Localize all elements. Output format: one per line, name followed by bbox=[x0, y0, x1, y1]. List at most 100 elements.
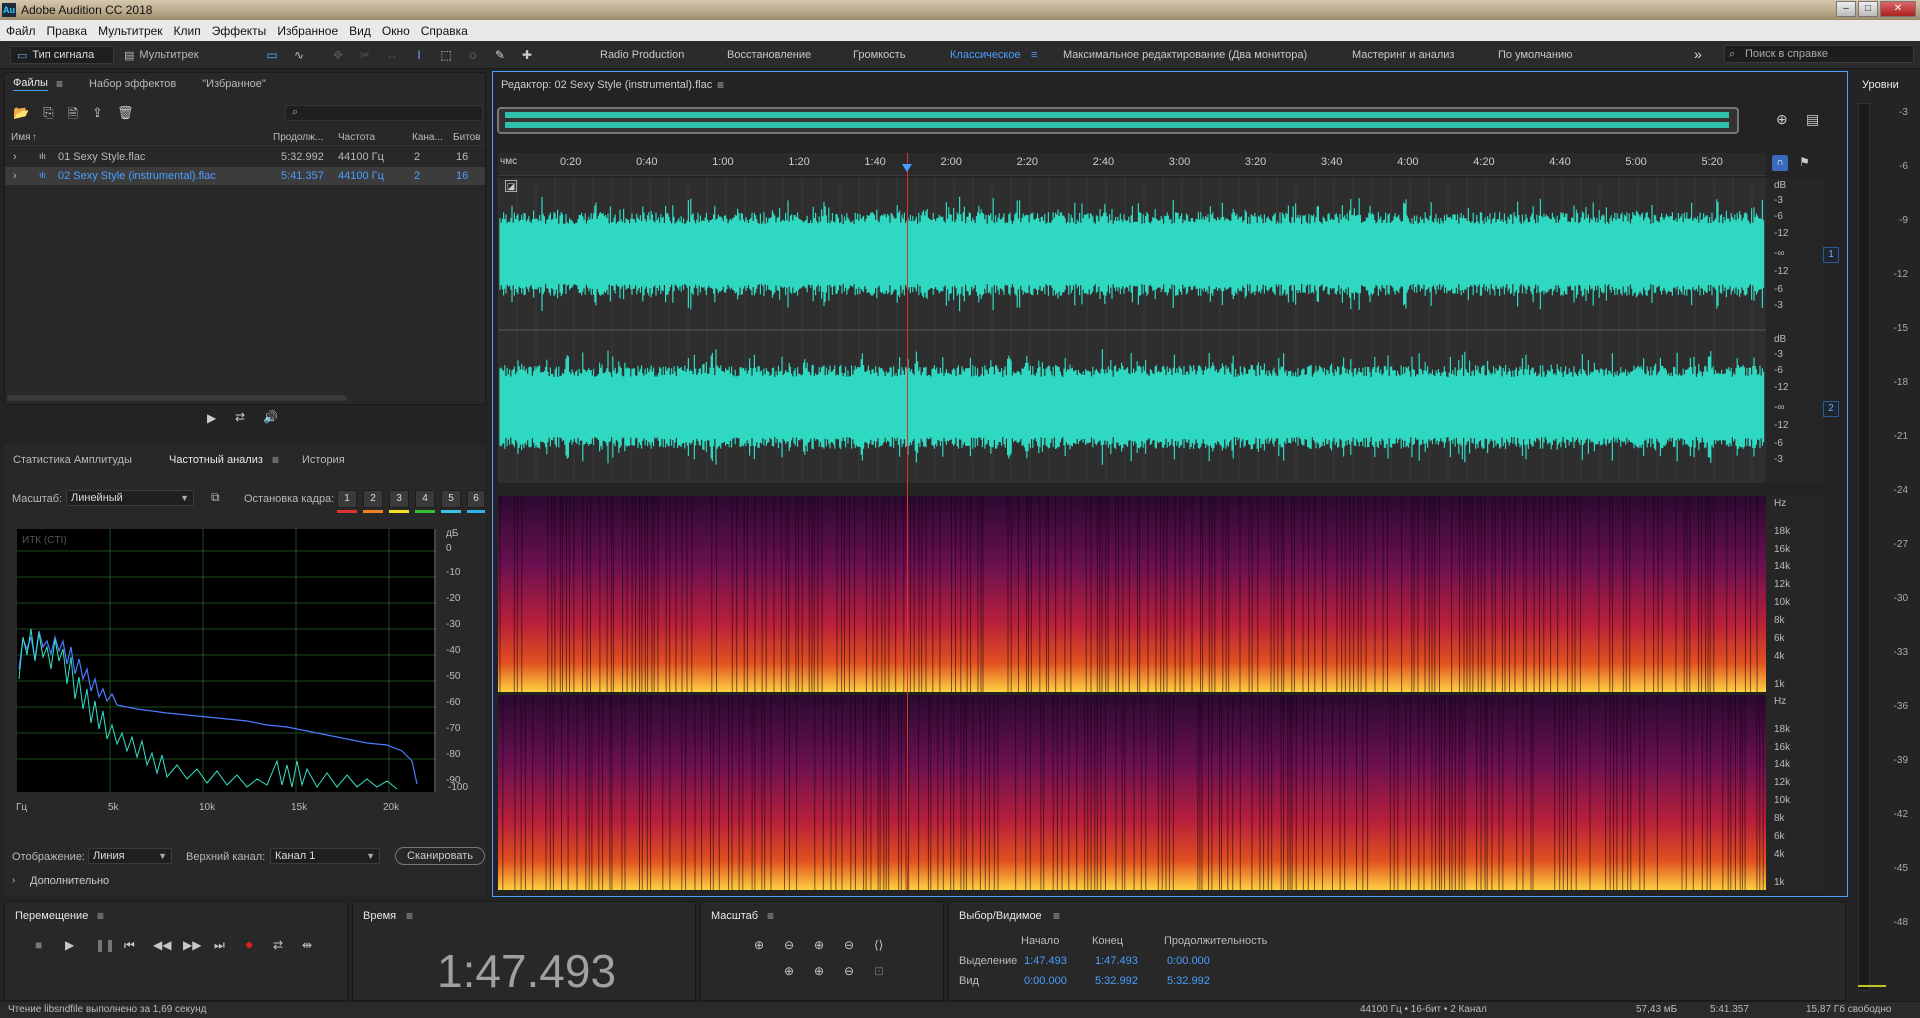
scale-dropdown[interactable]: Линейный ▼ bbox=[66, 490, 194, 506]
delete-icon[interactable]: 🗑 bbox=[117, 105, 134, 127]
channel-dropdown[interactable]: Канал 1 ▼ bbox=[270, 848, 380, 864]
new-file-icon[interactable]: 🗎 bbox=[68, 105, 78, 127]
previous-icon[interactable]: ⏮ bbox=[124, 938, 135, 953]
open-file-icon[interactable]: 📂 bbox=[13, 105, 29, 127]
files-scrollbar[interactable] bbox=[7, 395, 347, 401]
workspace-mastering[interactable]: Мастеринг и анализ bbox=[1352, 49, 1454, 61]
menu-window[interactable]: Окно bbox=[382, 24, 410, 38]
channel-2-toggle[interactable]: 2 bbox=[1823, 401, 1839, 417]
import-file-icon[interactable]: ⎘ bbox=[43, 105, 53, 127]
tab-amplitude-stats[interactable]: Статистика Амплитуды bbox=[13, 454, 132, 466]
zoom-out-amplitude-icon[interactable]: ⊖ bbox=[784, 938, 794, 952]
frame-hold-4[interactable]: 4 bbox=[415, 490, 435, 508]
spectrogram-ch2[interactable] bbox=[498, 695, 1766, 890]
playhead[interactable] bbox=[907, 153, 908, 890]
snap-icon[interactable]: ∩ bbox=[1772, 155, 1788, 171]
fast-forward-icon[interactable]: ▶▶ bbox=[183, 938, 201, 952]
files-menu-icon[interactable]: ≡ bbox=[56, 77, 63, 91]
spectrogram-ch1[interactable] bbox=[498, 496, 1766, 692]
frame-hold-3[interactable]: 3 bbox=[389, 490, 409, 508]
lasso-tool-icon[interactable]: ◌ bbox=[465, 47, 481, 63]
workspace-loudness[interactable]: Громкость bbox=[853, 49, 905, 61]
col-channels[interactable]: Кана... bbox=[412, 132, 443, 143]
loop-preview-icon[interactable]: ⇄ bbox=[235, 410, 245, 424]
tab-history[interactable]: История bbox=[302, 454, 345, 466]
frame-hold-2[interactable]: 2 bbox=[363, 490, 383, 508]
help-search-input[interactable]: ⌕ Поиск в справке bbox=[1724, 45, 1914, 63]
tab-files[interactable]: Файлы bbox=[13, 77, 48, 91]
menu-edit[interactable]: Правка bbox=[47, 24, 88, 38]
tab-effects-rack[interactable]: Набор эффектов bbox=[89, 78, 176, 90]
expand-more-icon[interactable]: › bbox=[12, 875, 15, 886]
menu-effects[interactable]: Эффекты bbox=[212, 24, 267, 38]
workspace-max-editing[interactable]: Максимальное редактирование (Два монитор… bbox=[1063, 49, 1307, 61]
pause-icon[interactable]: ❚❚ bbox=[95, 938, 115, 952]
workspace-radio-production[interactable]: Radio Production bbox=[600, 49, 684, 61]
files-search-input[interactable]: ⌕ bbox=[285, 105, 483, 121]
zoom-to-fit-icon[interactable]: ⊕ bbox=[1776, 111, 1788, 128]
rewind-icon[interactable]: ◀◀ bbox=[153, 938, 171, 952]
col-bits[interactable]: Битов bbox=[453, 132, 481, 143]
menu-file[interactable]: Файл bbox=[6, 24, 36, 38]
view-duration[interactable]: 5:32.992 bbox=[1167, 975, 1210, 987]
layout-toggle-icon[interactable]: ▤ bbox=[1806, 111, 1819, 128]
menu-favorites[interactable]: Избранное bbox=[277, 24, 338, 38]
more-options-label[interactable]: Дополнительно bbox=[30, 875, 109, 887]
skip-selection-icon[interactable]: ⇹ bbox=[302, 938, 312, 952]
razor-tool-icon[interactable]: ✂ bbox=[357, 47, 373, 63]
menu-help[interactable]: Справка bbox=[421, 24, 468, 38]
tab-frequency-analysis[interactable]: Частотный анализ bbox=[169, 454, 263, 466]
waveform-mode-button[interactable]: ▭ Тип сигнала bbox=[10, 46, 114, 64]
display-dropdown[interactable]: Линия ▼ bbox=[88, 848, 172, 864]
zoom-in-right-icon[interactable]: ⊕ bbox=[814, 964, 824, 978]
selection-end[interactable]: 1:47.493 bbox=[1095, 955, 1138, 967]
minimize-icon[interactable]: – bbox=[1836, 1, 1856, 17]
zoom-in-left-icon[interactable]: ⊕ bbox=[784, 964, 794, 978]
waveform-display[interactable] bbox=[498, 178, 1766, 483]
file-row[interactable]: › ıłı 02 Sexy Style (instrumental).flac … bbox=[5, 167, 485, 185]
view-end[interactable]: 5:32.992 bbox=[1095, 975, 1138, 987]
col-rate[interactable]: Частота bbox=[338, 132, 375, 143]
timeline-ruler[interactable]: чмс 0:20 0:40 1:00 1:20 1:40 2:00 2:20 2:40 3:00… bbox=[498, 153, 1766, 176]
workspace-restoration[interactable]: Восстановление bbox=[727, 49, 811, 61]
menu-multitrack[interactable]: Мультитрек bbox=[98, 24, 162, 38]
brush-tool-icon[interactable]: ✎ bbox=[492, 47, 508, 63]
insert-multitrack-icon[interactable]: ⇪ bbox=[92, 105, 103, 127]
zoom-menu-icon[interactable]: ≡ bbox=[767, 909, 774, 923]
autoplay-icon[interactable]: 🔊 bbox=[263, 410, 278, 424]
workspace-overflow-icon[interactable]: » bbox=[1694, 46, 1702, 62]
next-icon[interactable]: ⏭ bbox=[214, 938, 225, 953]
stop-icon[interactable]: ■ bbox=[35, 938, 42, 952]
selection-duration[interactable]: 0:00.000 bbox=[1167, 955, 1210, 967]
expand-icon[interactable]: › bbox=[13, 151, 17, 163]
slip-tool-icon[interactable]: ↔ bbox=[384, 47, 400, 63]
zoom-full-icon[interactable]: ⟨⟩ bbox=[874, 938, 883, 952]
time-selection-tool-icon[interactable]: I bbox=[411, 47, 427, 63]
play-preview-icon[interactable]: ▶ bbox=[207, 411, 216, 425]
menu-clip[interactable]: Клип bbox=[174, 24, 201, 38]
workspace-classic[interactable]: Классическое bbox=[950, 49, 1021, 61]
frame-hold-6[interactable]: 6 bbox=[467, 490, 485, 508]
col-name[interactable]: Имя bbox=[11, 132, 30, 143]
overview-bar[interactable] bbox=[497, 107, 1739, 134]
play-icon[interactable]: ▶ bbox=[65, 938, 74, 952]
expand-icon[interactable]: › bbox=[13, 170, 17, 182]
waveform-view-icon[interactable]: ▭ bbox=[264, 47, 280, 63]
channel-1-toggle[interactable]: 1 bbox=[1823, 247, 1839, 263]
selection-menu-icon[interactable]: ≡ bbox=[1053, 909, 1060, 923]
move-tool-icon[interactable]: ✥ bbox=[330, 47, 346, 63]
transport-menu-icon[interactable]: ≡ bbox=[97, 909, 104, 923]
tab-favorites[interactable]: "Избранное" bbox=[202, 78, 266, 90]
editor-menu-icon[interactable]: ≡ bbox=[717, 78, 724, 92]
marquee-tool-icon[interactable]: ⬚ bbox=[438, 47, 454, 63]
playhead-marker-icon[interactable] bbox=[902, 164, 912, 172]
spot-healing-icon[interactable]: ✚ bbox=[519, 47, 535, 63]
marker-icon[interactable]: ⚑ bbox=[1799, 155, 1810, 169]
zoom-out-time-icon[interactable]: ⊖ bbox=[844, 938, 854, 952]
hud-toggle-icon[interactable]: ◪ bbox=[505, 180, 517, 192]
multitrack-mode-button[interactable]: ▤ Мультитрек bbox=[124, 46, 199, 64]
maximize-icon[interactable]: □ bbox=[1858, 1, 1878, 17]
zoom-in-amplitude-icon[interactable]: ⊕ bbox=[754, 938, 764, 952]
frame-hold-5[interactable]: 5 bbox=[441, 490, 461, 508]
zoom-reset-icon[interactable]: ⊡ bbox=[874, 964, 884, 978]
